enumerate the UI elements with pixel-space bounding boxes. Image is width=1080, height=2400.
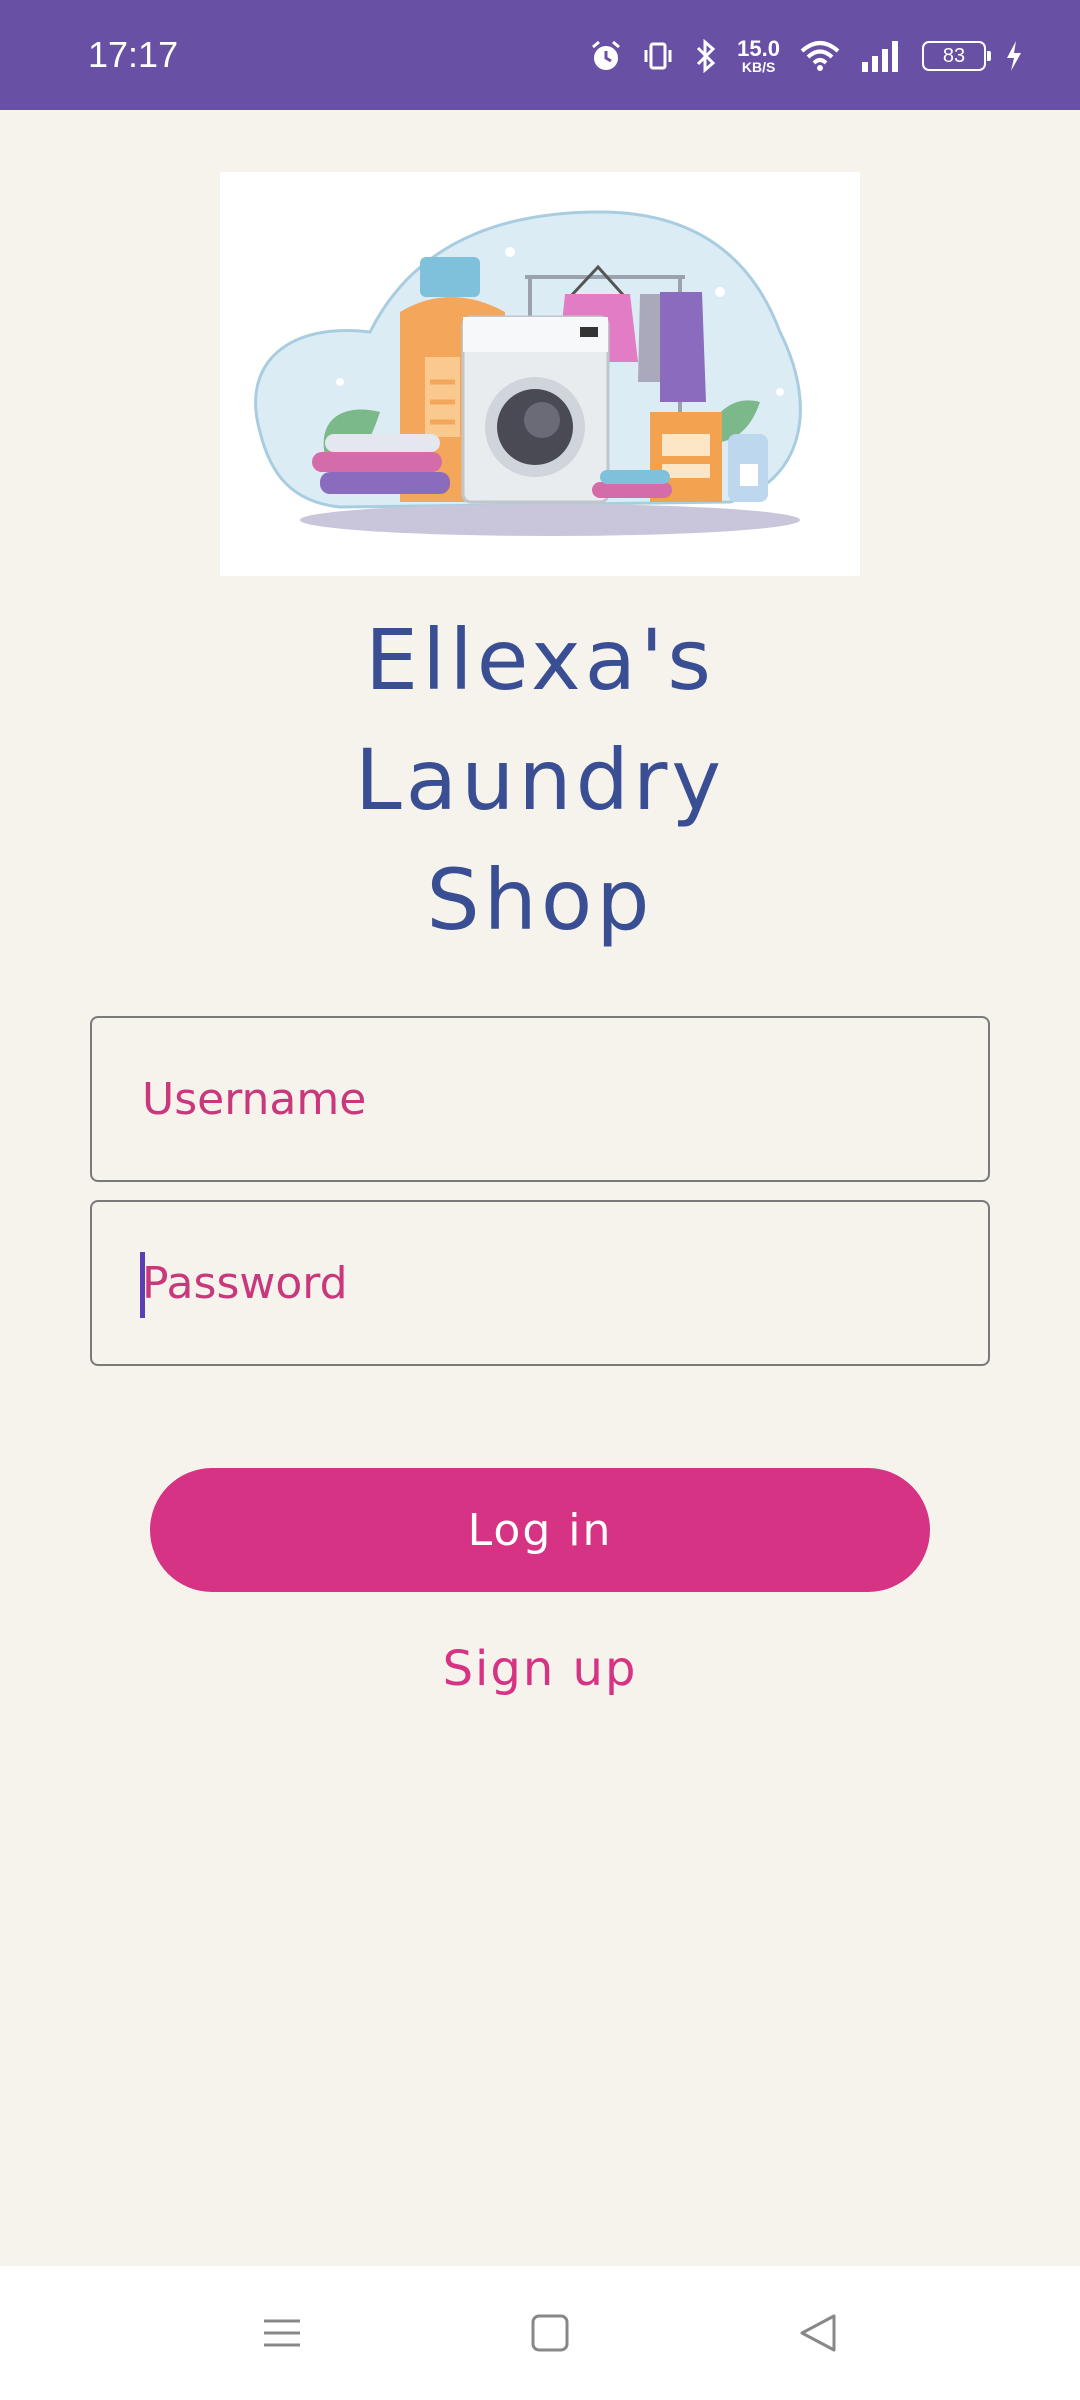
net-speed: 15.0 KB/S	[737, 36, 780, 75]
title-line-1: Ellexa's	[365, 611, 715, 709]
password-input[interactable]	[140, 1256, 988, 1310]
title-line-3: Shop	[426, 851, 654, 949]
login-button[interactable]: Log in	[150, 1468, 930, 1592]
password-field[interactable]	[90, 1200, 990, 1366]
alarm-icon	[589, 39, 623, 73]
signal-icon	[860, 40, 904, 72]
page-title: Ellexa's Laundry Shop	[0, 600, 1080, 960]
signup-link[interactable]: Sign up	[0, 1640, 1080, 1698]
back-icon[interactable]	[788, 2308, 848, 2358]
username-input[interactable]	[140, 1072, 988, 1126]
status-icons: 15.0 KB/S 83	[589, 34, 1024, 78]
title-line-2: Laundry	[354, 731, 726, 829]
wifi-icon	[798, 39, 842, 73]
status-time: 17:17	[88, 34, 179, 75]
charging-icon	[1004, 39, 1024, 73]
laundry-illustration	[220, 172, 860, 576]
username-field[interactable]	[90, 1016, 990, 1182]
vibrate-icon	[641, 39, 675, 73]
menu-icon[interactable]	[252, 2308, 312, 2358]
status-bar: 17:17 15.0 KB/S 83	[0, 0, 1080, 110]
navigation-bar	[0, 2266, 1080, 2400]
home-icon[interactable]	[520, 2308, 580, 2358]
bluetooth-icon	[693, 38, 719, 74]
battery-level: 83	[942, 44, 966, 67]
battery-icon: 83	[922, 41, 991, 71]
